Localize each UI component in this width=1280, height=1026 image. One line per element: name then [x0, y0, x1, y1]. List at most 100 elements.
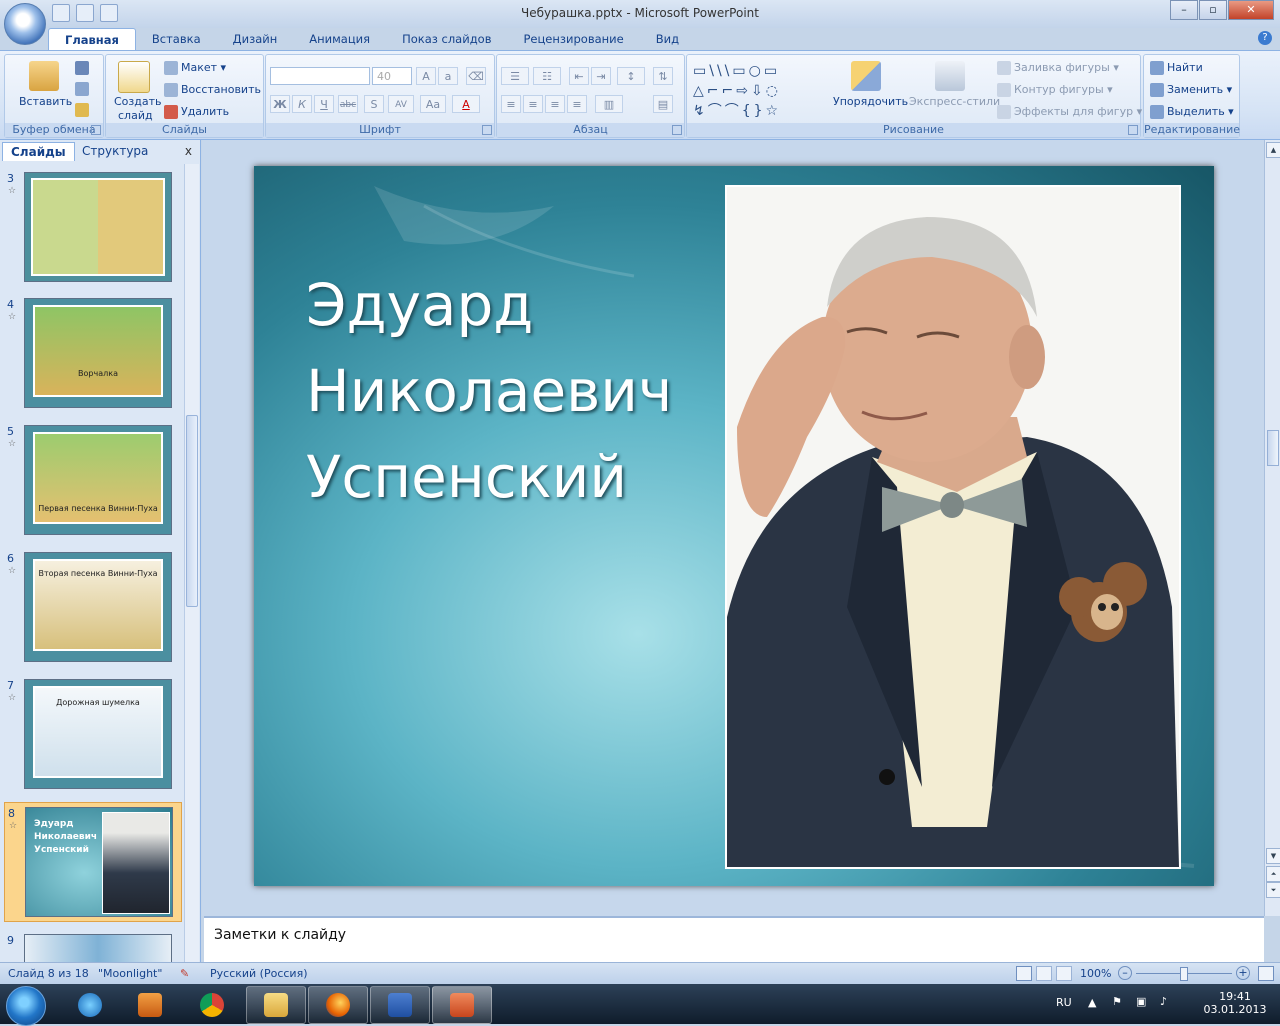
slide-sorter-icon[interactable] [1036, 966, 1052, 981]
char-spacing-button[interactable]: AV [388, 95, 414, 113]
zoom-out-icon[interactable]: – [1118, 966, 1132, 980]
zoom-in-icon[interactable]: + [1236, 966, 1250, 980]
increase-indent-icon[interactable]: ⇥ [591, 67, 611, 85]
quick-styles-button[interactable]: Экспресс-стили [909, 95, 1000, 108]
paste-button[interactable]: Вставить [19, 95, 72, 108]
slide-canvas[interactable]: Эдуард Николаевич Успенский [254, 166, 1214, 886]
align-left-icon[interactable]: ≡ [501, 95, 521, 113]
office-button[interactable] [4, 3, 46, 45]
media-taskbar-button[interactable] [120, 986, 180, 1024]
close-icon[interactable]: x [185, 144, 192, 158]
shape-fill-button[interactable]: Заливка фигуры [1014, 61, 1110, 74]
tab-animation[interactable]: Анимация [293, 28, 386, 50]
align-center-icon[interactable]: ≡ [523, 95, 543, 113]
shrink-font-icon[interactable]: a [438, 67, 458, 85]
show-hidden-icons[interactable]: ▲ [1088, 996, 1096, 1009]
line-spacing-icon[interactable]: ↕ [617, 67, 645, 85]
replace-button[interactable]: Заменить [1167, 83, 1223, 96]
slide-scrollbar[interactable]: ▲ ▼ ⏶ ⏷ [1264, 140, 1280, 916]
next-slide-icon[interactable]: ⏷ [1266, 882, 1280, 898]
layout-button[interactable]: Макет [181, 61, 217, 74]
undo-icon[interactable] [76, 4, 94, 22]
copy-icon[interactable] [75, 82, 89, 96]
slide-title[interactable]: Эдуард Николаевич Успенский [306, 262, 716, 520]
minimize-button[interactable]: – [1170, 0, 1198, 20]
format-painter-icon[interactable] [75, 103, 89, 117]
new-slide-button[interactable]: Создать [114, 95, 162, 108]
strikethrough-button[interactable]: abc [338, 95, 358, 113]
spellcheck-icon[interactable]: ✎ [180, 967, 189, 980]
notes-pane[interactable]: Заметки к слайду [204, 916, 1264, 964]
new-slide-button-line2[interactable]: слайд [118, 109, 153, 122]
find-button[interactable]: Найти [1167, 61, 1203, 74]
font-size-field[interactable]: 40 [372, 67, 412, 85]
columns-icon[interactable]: ▥ [595, 95, 623, 113]
cut-icon[interactable] [75, 61, 89, 75]
volume-icon[interactable]: ♪ [1160, 995, 1167, 1008]
slideshow-icon[interactable] [1056, 966, 1072, 981]
language-bar[interactable]: RU [1056, 996, 1072, 1009]
font-color-button[interactable]: A [452, 95, 480, 113]
delete-button[interactable]: Удалить [181, 105, 229, 118]
shape-effects-button[interactable]: Эффекты для фигур [1014, 105, 1133, 118]
language-indicator[interactable]: Русский (Россия) [210, 967, 308, 980]
fit-slide-icon[interactable] [1258, 966, 1274, 981]
arrange-button[interactable]: Упорядочить [833, 95, 908, 108]
help-icon[interactable]: ? [1258, 31, 1272, 45]
dialog-launcher-icon[interactable] [91, 125, 101, 135]
clock[interactable]: 19:41 03.01.2013 [1202, 990, 1268, 1016]
scroll-down-icon[interactable]: ▼ [1266, 848, 1280, 864]
flag-icon[interactable]: ⚑ [1112, 995, 1122, 1008]
font-name-field[interactable] [270, 67, 370, 85]
save-icon[interactable] [52, 4, 70, 22]
bold-button[interactable]: Ж [270, 95, 290, 113]
explorer-taskbar-button[interactable] [246, 986, 306, 1024]
powerpoint-taskbar-button[interactable] [432, 986, 492, 1024]
zoom-slider-thumb[interactable] [1180, 967, 1188, 981]
change-case-button[interactable]: Aa [420, 95, 446, 113]
normal-view-icon[interactable] [1016, 966, 1032, 981]
italic-button[interactable]: К [292, 95, 312, 113]
text-direction-icon[interactable]: ⇅ [653, 67, 673, 85]
thumbnail-scroll-thumb[interactable] [186, 415, 198, 607]
dialog-launcher-icon[interactable] [1128, 125, 1138, 135]
scroll-thumb[interactable] [1267, 430, 1279, 466]
chrome-taskbar-button[interactable] [182, 986, 242, 1024]
decrease-indent-icon[interactable]: ⇤ [569, 67, 589, 85]
numbering-icon[interactable]: ☷ [533, 67, 561, 85]
shadow-button[interactable]: S [364, 95, 384, 113]
slide-thumbnail-9[interactable]: 9 [4, 934, 180, 962]
prev-slide-icon[interactable]: ⏶ [1266, 866, 1280, 882]
shape-outline-button[interactable]: Контур фигуры [1014, 83, 1104, 96]
underline-button[interactable]: Ч [314, 95, 334, 113]
grow-font-icon[interactable]: A [416, 67, 436, 85]
reset-button[interactable]: Восстановить [181, 83, 261, 96]
tab-slides[interactable]: Слайды [2, 142, 75, 161]
maximize-button[interactable]: ▫ [1199, 0, 1227, 20]
select-button[interactable]: Выделить [1167, 105, 1225, 118]
slide-thumbnail-8-selected[interactable]: 8 ☆ Эдуард Николаевич Успенский [4, 802, 182, 922]
tab-outline[interactable]: Структура [74, 142, 156, 160]
tab-design[interactable]: Дизайн [217, 28, 294, 50]
shapes-gallery[interactable]: ▭\\\▭○▭ △⌐⌐⇨⇩◌ ↯⌒⌒{}☆ [693, 61, 813, 121]
scroll-up-icon[interactable]: ▲ [1266, 142, 1280, 158]
clear-format-icon[interactable]: ⌫ [466, 67, 486, 85]
align-text-icon[interactable]: ▤ [653, 95, 673, 113]
dialog-launcher-icon[interactable] [672, 125, 682, 135]
align-right-icon[interactable]: ≡ [545, 95, 565, 113]
zoom-level[interactable]: 100% [1080, 967, 1111, 980]
justify-icon[interactable]: ≡ [567, 95, 587, 113]
tab-insert[interactable]: Вставка [136, 28, 217, 50]
bullets-icon[interactable]: ☰ [501, 67, 529, 85]
tab-home[interactable]: Главная [48, 28, 136, 51]
close-button[interactable]: ✕ [1228, 0, 1274, 20]
dialog-launcher-icon[interactable] [482, 125, 492, 135]
start-button[interactable] [6, 986, 46, 1026]
redo-icon[interactable] [100, 4, 118, 22]
portrait-photo[interactable] [725, 185, 1181, 869]
word-taskbar-button[interactable] [370, 986, 430, 1024]
firefox-taskbar-button[interactable] [308, 986, 368, 1024]
tab-view[interactable]: Вид [640, 28, 695, 50]
tab-slideshow[interactable]: Показ слайдов [386, 28, 507, 50]
network-icon[interactable]: ▣ [1136, 995, 1146, 1008]
